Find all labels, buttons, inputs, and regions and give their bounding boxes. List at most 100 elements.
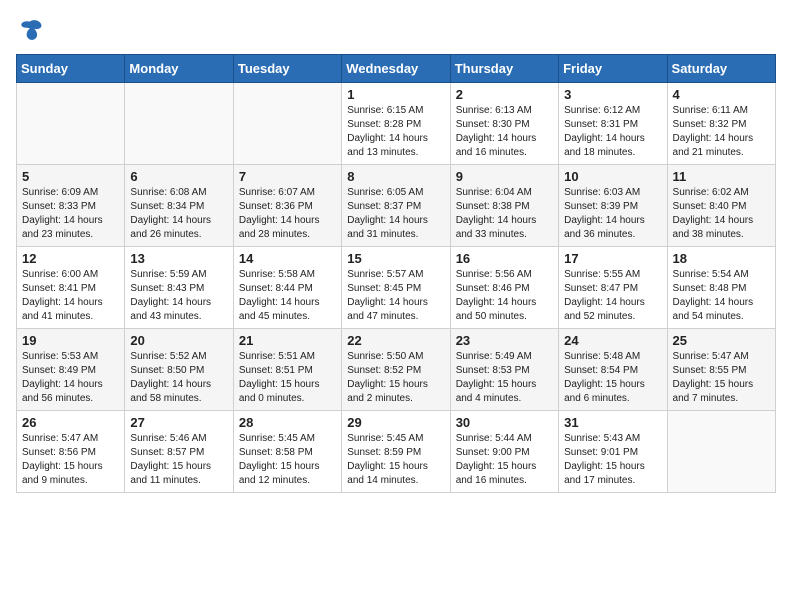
day-number: 8 [347, 169, 444, 184]
day-number: 30 [456, 415, 553, 430]
day-number: 14 [239, 251, 336, 266]
day-info: Sunrise: 5:45 AM Sunset: 8:59 PM Dayligh… [347, 432, 444, 488]
day-number: 29 [347, 415, 444, 430]
calendar-day-cell: 4 Sunrise: 6:11 AM Sunset: 8:32 PM Daylig… [667, 83, 775, 165]
calendar-day-cell: 14 Sunrise: 5:58 AM Sunset: 8:44 PM Dayli… [233, 247, 341, 329]
day-number: 21 [239, 333, 336, 348]
day-number: 6 [130, 169, 227, 184]
calendar-day-cell: 15Sunrise: 5:57 AM Sunset: 8:45 PM Dayli… [342, 247, 450, 329]
calendar-day-cell: 24Sunrise: 5:48 AM Sunset: 8:54 PM Dayli… [559, 329, 667, 411]
day-number: 22 [347, 333, 444, 348]
day-info: Sunrise: 5:44 AM Sunset: 9:00 PM Dayligh… [456, 432, 553, 488]
calendar-week-row: 5 Sunrise: 6:09 AM Sunset: 8:33 PM Daylig… [17, 165, 776, 247]
day-number: 10 [564, 169, 661, 184]
day-number: 27 [130, 415, 227, 430]
calendar-day-header: Saturday [667, 55, 775, 83]
calendar-day-cell: 20 Sunrise: 5:52 AM Sunset: 8:50 PM Dayli… [125, 329, 233, 411]
calendar-day-cell: 18 Sunrise: 5:54 AM Sunset: 8:48 PM Dayli… [667, 247, 775, 329]
calendar-day-cell: 30 Sunrise: 5:44 AM Sunset: 9:00 PM Dayli… [450, 411, 558, 493]
day-number: 11 [673, 169, 770, 184]
day-info: Sunrise: 5:47 AM Sunset: 8:55 PM Dayligh… [673, 350, 770, 406]
day-number: 26 [22, 415, 119, 430]
day-info: Sunrise: 6:11 AM Sunset: 8:32 PM Dayligh… [673, 104, 770, 160]
calendar-day-cell: 3 Sunrise: 6:12 AM Sunset: 8:31 PM Daylig… [559, 83, 667, 165]
day-info: Sunrise: 6:07 AM Sunset: 8:36 PM Dayligh… [239, 186, 336, 242]
calendar-day-cell: 9Sunrise: 6:04 AM Sunset: 8:38 PM Daylig… [450, 165, 558, 247]
calendar-day-cell [667, 411, 775, 493]
day-info: Sunrise: 5:59 AM Sunset: 8:43 PM Dayligh… [130, 268, 227, 324]
day-info: Sunrise: 6:02 AM Sunset: 8:40 PM Dayligh… [673, 186, 770, 242]
calendar-day-cell: 29 Sunrise: 5:45 AM Sunset: 8:59 PM Dayli… [342, 411, 450, 493]
day-info: Sunrise: 5:49 AM Sunset: 8:53 PM Dayligh… [456, 350, 553, 406]
day-info: Sunrise: 5:52 AM Sunset: 8:50 PM Dayligh… [130, 350, 227, 406]
calendar-day-header: Wednesday [342, 55, 450, 83]
calendar-day-header: Tuesday [233, 55, 341, 83]
day-info: Sunrise: 5:53 AM Sunset: 8:49 PM Dayligh… [22, 350, 119, 406]
day-number: 1 [347, 87, 444, 102]
day-info: Sunrise: 6:03 AM Sunset: 8:39 PM Dayligh… [564, 186, 661, 242]
logo [16, 16, 48, 44]
page-header [16, 16, 776, 44]
day-number: 17 [564, 251, 661, 266]
calendar-day-header: Sunday [17, 55, 125, 83]
day-number: 15 [347, 251, 444, 266]
day-number: 28 [239, 415, 336, 430]
calendar-day-cell: 25 Sunrise: 5:47 AM Sunset: 8:55 PM Dayli… [667, 329, 775, 411]
day-info: Sunrise: 5:47 AM Sunset: 8:56 PM Dayligh… [22, 432, 119, 488]
day-info: Sunrise: 6:08 AM Sunset: 8:34 PM Dayligh… [130, 186, 227, 242]
calendar-day-header: Thursday [450, 55, 558, 83]
day-info: Sunrise: 6:00 AM Sunset: 8:41 PM Dayligh… [22, 268, 119, 324]
calendar-week-row: 12 Sunrise: 6:00 AM Sunset: 8:41 PM Dayli… [17, 247, 776, 329]
day-info: Sunrise: 6:12 AM Sunset: 8:31 PM Dayligh… [564, 104, 661, 160]
calendar-day-cell: 23 Sunrise: 5:49 AM Sunset: 8:53 PM Dayli… [450, 329, 558, 411]
day-info: Sunrise: 6:05 AM Sunset: 8:37 PM Dayligh… [347, 186, 444, 242]
day-info: Sunrise: 5:56 AM Sunset: 8:46 PM Dayligh… [456, 268, 553, 324]
calendar-day-cell [17, 83, 125, 165]
day-info: Sunrise: 6:09 AM Sunset: 8:33 PM Dayligh… [22, 186, 119, 242]
calendar-day-cell: 8 Sunrise: 6:05 AM Sunset: 8:37 PM Daylig… [342, 165, 450, 247]
day-info: Sunrise: 5:45 AM Sunset: 8:58 PM Dayligh… [239, 432, 336, 488]
day-number: 9 [456, 169, 553, 184]
calendar-day-cell: 12 Sunrise: 6:00 AM Sunset: 8:41 PM Dayli… [17, 247, 125, 329]
day-info: Sunrise: 6:13 AM Sunset: 8:30 PM Dayligh… [456, 104, 553, 160]
calendar-day-header: Monday [125, 55, 233, 83]
calendar-day-cell: 1Sunrise: 6:15 AM Sunset: 8:28 PM Daylig… [342, 83, 450, 165]
calendar-day-cell [233, 83, 341, 165]
calendar-day-cell: 5 Sunrise: 6:09 AM Sunset: 8:33 PM Daylig… [17, 165, 125, 247]
day-info: Sunrise: 5:55 AM Sunset: 8:47 PM Dayligh… [564, 268, 661, 324]
day-number: 18 [673, 251, 770, 266]
calendar-header-row: SundayMondayTuesdayWednesdayThursdayFrid… [17, 55, 776, 83]
day-number: 16 [456, 251, 553, 266]
calendar-body: 1Sunrise: 6:15 AM Sunset: 8:28 PM Daylig… [17, 83, 776, 493]
calendar-day-cell: 28 Sunrise: 5:45 AM Sunset: 8:58 PM Dayli… [233, 411, 341, 493]
calendar-day-header: Friday [559, 55, 667, 83]
calendar-day-cell: 13Sunrise: 5:59 AM Sunset: 8:43 PM Dayli… [125, 247, 233, 329]
calendar-day-cell: 27 Sunrise: 5:46 AM Sunset: 8:57 PM Dayli… [125, 411, 233, 493]
calendar-day-cell [125, 83, 233, 165]
day-info: Sunrise: 5:46 AM Sunset: 8:57 PM Dayligh… [130, 432, 227, 488]
day-number: 3 [564, 87, 661, 102]
day-number: 12 [22, 251, 119, 266]
day-number: 23 [456, 333, 553, 348]
calendar-day-cell: 22 Sunrise: 5:50 AM Sunset: 8:52 PM Dayli… [342, 329, 450, 411]
calendar-day-cell: 21 Sunrise: 5:51 AM Sunset: 8:51 PM Dayli… [233, 329, 341, 411]
calendar-day-cell: 16 Sunrise: 5:56 AM Sunset: 8:46 PM Dayli… [450, 247, 558, 329]
day-info: Sunrise: 5:50 AM Sunset: 8:52 PM Dayligh… [347, 350, 444, 406]
day-number: 2 [456, 87, 553, 102]
day-info: Sunrise: 5:51 AM Sunset: 8:51 PM Dayligh… [239, 350, 336, 406]
day-number: 25 [673, 333, 770, 348]
calendar-day-cell: 6 Sunrise: 6:08 AM Sunset: 8:34 PM Daylig… [125, 165, 233, 247]
calendar-week-row: 19 Sunrise: 5:53 AM Sunset: 8:49 PM Dayli… [17, 329, 776, 411]
day-info: Sunrise: 5:54 AM Sunset: 8:48 PM Dayligh… [673, 268, 770, 324]
day-number: 5 [22, 169, 119, 184]
calendar-week-row: 1Sunrise: 6:15 AM Sunset: 8:28 PM Daylig… [17, 83, 776, 165]
calendar-day-cell: 31Sunrise: 5:43 AM Sunset: 9:01 PM Dayli… [559, 411, 667, 493]
day-number: 20 [130, 333, 227, 348]
day-number: 31 [564, 415, 661, 430]
calendar-day-cell: 2 Sunrise: 6:13 AM Sunset: 8:30 PM Daylig… [450, 83, 558, 165]
day-number: 19 [22, 333, 119, 348]
calendar-week-row: 26 Sunrise: 5:47 AM Sunset: 8:56 PM Dayli… [17, 411, 776, 493]
day-info: Sunrise: 5:58 AM Sunset: 8:44 PM Dayligh… [239, 268, 336, 324]
calendar-day-cell: 19 Sunrise: 5:53 AM Sunset: 8:49 PM Dayli… [17, 329, 125, 411]
day-number: 4 [673, 87, 770, 102]
